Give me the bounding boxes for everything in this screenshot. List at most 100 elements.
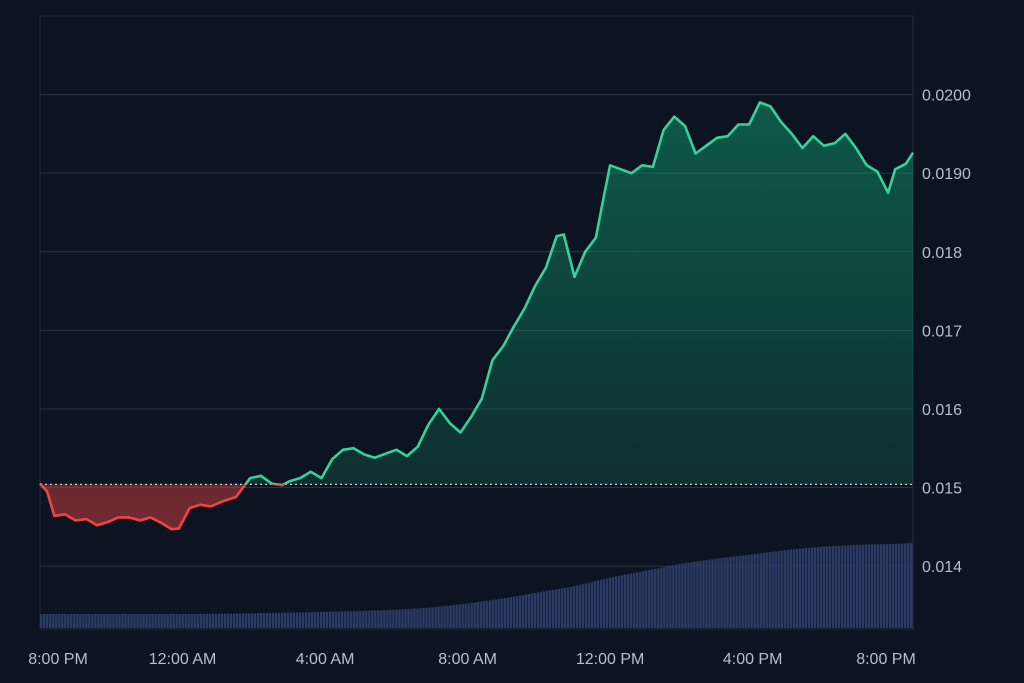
volume-bar [443, 606, 446, 628]
volume-bar [873, 544, 877, 628]
volume-bar [891, 543, 895, 628]
volume-bar [347, 611, 350, 628]
volume-bar [461, 604, 464, 628]
volume-bar [642, 571, 645, 628]
volume-bar [467, 603, 470, 628]
volume-bar [235, 613, 239, 628]
volume-bar [648, 569, 651, 628]
volume-bar [840, 545, 844, 628]
volume-bar [527, 593, 531, 628]
volume-bar [699, 560, 702, 628]
volume-bar [395, 609, 398, 628]
volume-bar [651, 569, 654, 628]
volume-bar [148, 614, 151, 628]
y-tick-label: 0.014 [922, 559, 962, 576]
volume-bar [184, 614, 187, 628]
volume-bar [449, 605, 452, 628]
volume-bar [383, 610, 386, 628]
volume-bar [566, 587, 570, 628]
volume-bar [464, 603, 467, 628]
volume-bar [169, 614, 172, 628]
x-tick-label: 12:00 PM [576, 651, 644, 668]
volume-bar [49, 614, 52, 628]
volume-bar [633, 572, 636, 628]
volume-bar [434, 607, 437, 628]
volume-bar [253, 613, 257, 628]
volume-bar [732, 556, 735, 628]
volume-bar [271, 612, 275, 628]
volume-bar [67, 614, 70, 628]
volume-bar [837, 545, 841, 628]
volume-bar [79, 614, 82, 628]
volume-bar [627, 574, 630, 628]
volume-bar [900, 543, 904, 628]
volume-bar [479, 601, 482, 628]
y-tick-label: 0.015 [922, 481, 962, 498]
volume-bar [313, 612, 317, 628]
volume-bar [310, 612, 314, 628]
volume-bar [705, 560, 708, 628]
volume-bar [295, 612, 299, 628]
volume-bar [136, 614, 139, 628]
volume-bar [292, 612, 296, 628]
volume-bar [91, 614, 94, 628]
volume-bar [139, 614, 142, 628]
volume-bar [518, 595, 522, 628]
volume-bar [328, 611, 332, 628]
volume-bar [666, 566, 669, 628]
volume-bar [756, 553, 759, 628]
volume-bar [584, 583, 588, 628]
volume-bar [539, 591, 543, 628]
volume-bar [220, 613, 224, 628]
volume-bar [64, 614, 67, 628]
volume-bar [590, 581, 594, 628]
volume-bar [509, 597, 513, 628]
volume-bar [359, 610, 362, 628]
volume-bar [473, 602, 476, 628]
volume-bar [46, 614, 49, 628]
volume-bar [88, 614, 91, 628]
volume-bar [744, 555, 747, 628]
volume-bar [298, 612, 302, 628]
volume-bar [882, 544, 886, 628]
volume-bar [870, 544, 874, 628]
volume-bar [109, 614, 112, 628]
volume-bar [690, 562, 693, 628]
volume-bar [536, 592, 540, 628]
volume-bar [250, 613, 254, 628]
volume-bar [380, 610, 383, 628]
volume-bar [419, 608, 422, 628]
volume-bar [602, 579, 606, 628]
volume-bar [624, 574, 627, 628]
volume-bar [530, 593, 534, 628]
volume-bar [130, 614, 133, 628]
volume-bar [569, 586, 573, 628]
volume-bar [723, 557, 726, 628]
volume-bar [61, 614, 64, 628]
volume-bar [753, 553, 756, 628]
volume-bar [563, 587, 567, 628]
volume-bar [398, 609, 401, 628]
volume-bar [199, 613, 202, 628]
volume-bar [581, 584, 585, 628]
corner-mark: 7 [40, 666, 48, 682]
volume-bar [112, 614, 115, 628]
volume-bar [338, 611, 341, 628]
x-tick-label: 12:00 AM [149, 651, 217, 668]
volume-bar [115, 614, 118, 628]
volume-bar [58, 614, 61, 628]
volume-bar [557, 588, 561, 628]
volume-bar [587, 582, 591, 628]
volume-bar [401, 609, 404, 628]
volume-bar [386, 609, 389, 628]
volume-bar [711, 559, 714, 628]
volume-bar [512, 596, 516, 628]
y-tick-label: 0.0200 [922, 88, 971, 105]
volume-bar [777, 551, 780, 628]
volume-bar [256, 613, 260, 628]
volume-bar [175, 614, 178, 628]
volume-bar [780, 550, 783, 628]
volume-bar [572, 586, 576, 628]
volume-bar [852, 544, 856, 628]
volume-bar [545, 590, 549, 628]
